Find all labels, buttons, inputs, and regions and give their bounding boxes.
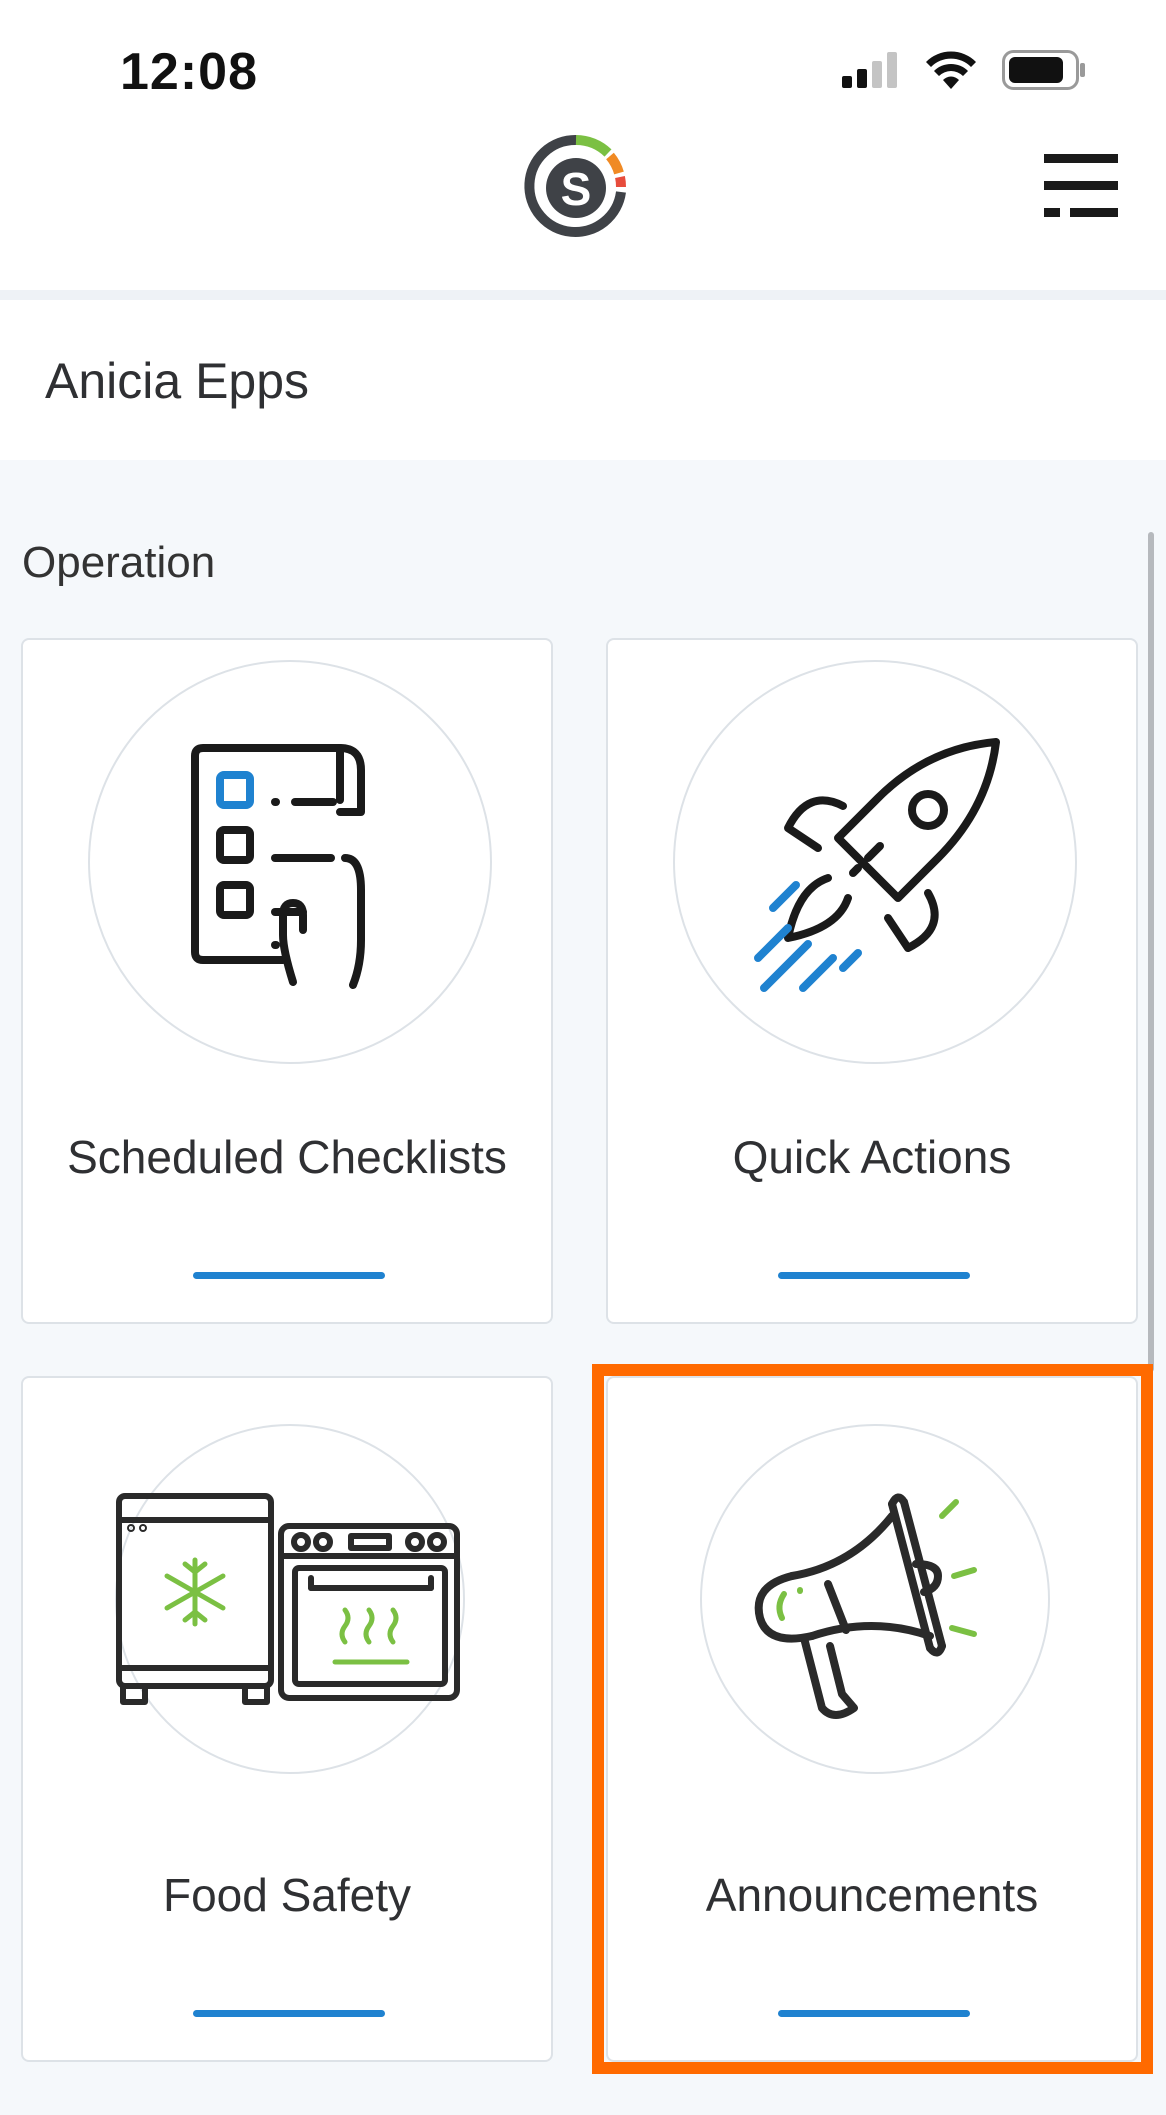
status-time: 12:08 — [120, 43, 258, 101]
location-bar[interactable]: Anicia Epps — [0, 300, 1166, 460]
rocket-icon — [748, 738, 1008, 1003]
tile-label: Food Safety — [162, 1869, 412, 1921]
app-header: S — [0, 118, 1166, 290]
tile-label: Announcements — [705, 1869, 1039, 1921]
location-name: Anicia Epps — [45, 353, 310, 409]
wifi-icon — [926, 51, 976, 94]
tile-underline — [778, 2010, 970, 2017]
battery-icon — [1002, 50, 1086, 95]
tile-label: Scheduled Checklists — [67, 1131, 507, 1183]
tile-quick-actions[interactable]: Quick Actions — [606, 638, 1138, 1324]
header-divider — [0, 290, 1166, 300]
app-logo-icon[interactable]: S — [522, 132, 630, 240]
checklist-icon — [165, 740, 415, 995]
tile-scheduled-checklists[interactable]: Scheduled Checklists — [21, 638, 553, 1324]
section-title: Operation — [22, 538, 216, 587]
status-bar: 12:08 — [0, 0, 1166, 130]
tile-food-safety[interactable]: Food Safety — [21, 1376, 553, 2062]
main-content: Operation Scheduled Checklists Quick Act… — [0, 460, 1166, 2115]
tile-underline — [778, 1272, 970, 1279]
status-icons — [842, 50, 1086, 95]
tile-underline — [193, 2010, 385, 2017]
tile-underline — [193, 1272, 385, 1279]
tile-announcements[interactable]: Announcements — [606, 1376, 1138, 2062]
scrollbar[interactable] — [1148, 532, 1154, 1372]
freezer-oven-icon — [115, 1492, 463, 1715]
logo-letter: S — [561, 163, 592, 215]
hamburger-menu-icon[interactable] — [1044, 154, 1118, 218]
megaphone-icon — [742, 1476, 1012, 1731]
tile-label: Quick Actions — [732, 1131, 1012, 1183]
cellular-signal-icon — [842, 52, 900, 93]
